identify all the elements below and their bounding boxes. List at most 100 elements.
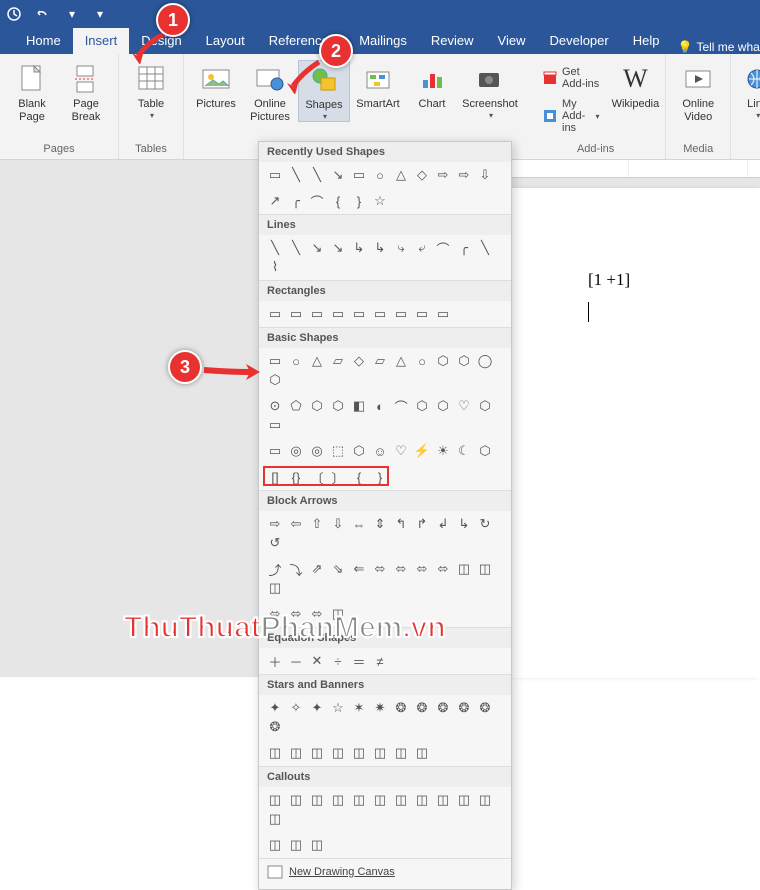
shape-item[interactable]: ╲ bbox=[286, 239, 306, 257]
shape-item[interactable]: ▭ bbox=[307, 305, 327, 323]
link-button[interactable]: Link ▾ bbox=[737, 60, 760, 120]
shape-item[interactable]: ⇔ bbox=[349, 515, 369, 533]
shape-item[interactable]: ⤶ bbox=[412, 239, 432, 257]
shape-item[interactable]: ⇐ bbox=[349, 560, 369, 578]
shape-item[interactable]: ◫ bbox=[370, 744, 390, 762]
shape-item[interactable]: ✦ bbox=[265, 699, 285, 717]
screenshot-button[interactable]: Screenshot ▾ bbox=[460, 60, 520, 120]
shape-item[interactable]: {} bbox=[286, 468, 306, 486]
shape-item[interactable]: ☆ bbox=[328, 699, 348, 717]
shape-item[interactable]: ◫ bbox=[412, 744, 432, 762]
smartart-button[interactable]: SmartArt bbox=[352, 60, 404, 111]
shape-item[interactable]: ◫ bbox=[265, 579, 285, 597]
shape-item[interactable]: } bbox=[370, 468, 390, 486]
shape-item[interactable]: ▭ bbox=[265, 416, 285, 434]
shape-item[interactable]: ◫ bbox=[265, 791, 285, 809]
shape-item[interactable]: ⚡ bbox=[412, 442, 432, 460]
tab-mailings[interactable]: Mailings bbox=[347, 28, 419, 54]
shape-item[interactable]: ▭ bbox=[286, 305, 306, 323]
shape-item[interactable]: ╭ bbox=[286, 192, 306, 210]
chart-button[interactable]: Chart bbox=[406, 60, 458, 111]
pictures-button[interactable]: Pictures bbox=[190, 60, 242, 111]
shape-item[interactable]: ◫ bbox=[475, 791, 495, 809]
shape-item[interactable]: ⤷ bbox=[391, 239, 411, 257]
shape-item[interactable]: ↳ bbox=[454, 515, 474, 533]
shape-item[interactable]: ╲ bbox=[475, 239, 495, 257]
shape-item[interactable]: ⬡ bbox=[265, 371, 285, 389]
shape-item[interactable]: ⬠ bbox=[286, 397, 306, 415]
shape-item[interactable]: ◫ bbox=[328, 791, 348, 809]
shape-item[interactable]: ☆ bbox=[370, 192, 390, 210]
shape-item[interactable]: ⇩ bbox=[475, 166, 495, 184]
shape-item[interactable]: ⌒ bbox=[433, 239, 453, 257]
tell-me-search[interactable]: 💡 Tell me wha bbox=[677, 40, 759, 54]
shape-item[interactable]: [] bbox=[265, 468, 285, 486]
document-page[interactable]: [1 +1] bbox=[510, 188, 760, 678]
shape-item[interactable]: ⌒ bbox=[391, 397, 411, 415]
wikipedia-button[interactable]: W Wikipedia bbox=[612, 60, 660, 141]
shape-item[interactable]: ◫ bbox=[454, 560, 474, 578]
shape-item[interactable]: ╲ bbox=[265, 239, 285, 257]
shape-item[interactable]: ◇ bbox=[412, 166, 432, 184]
shape-item[interactable]: ↘ bbox=[307, 239, 327, 257]
shape-item[interactable]: ↘ bbox=[328, 166, 348, 184]
autosave-icon[interactable] bbox=[6, 6, 26, 22]
shape-item[interactable]: ⬄ bbox=[370, 560, 390, 578]
shape-item[interactable]: ⇗ bbox=[307, 560, 327, 578]
shape-item[interactable]: ╭ bbox=[454, 239, 474, 257]
shape-item[interactable]: ○ bbox=[370, 166, 390, 184]
shape-item[interactable]: － bbox=[286, 652, 306, 670]
my-addins-button[interactable]: My Add-ins ▾ bbox=[538, 96, 604, 136]
shape-item[interactable]: ⬡ bbox=[433, 397, 453, 415]
shape-item[interactable]: ☀ bbox=[433, 442, 453, 460]
shape-item[interactable]: ▭ bbox=[328, 305, 348, 323]
shape-item[interactable]: ◫ bbox=[391, 791, 411, 809]
shape-item[interactable]: ⇨ bbox=[454, 166, 474, 184]
tab-view[interactable]: View bbox=[486, 28, 538, 54]
shape-item[interactable]: ◫ bbox=[349, 791, 369, 809]
shape-item[interactable]: ◫ bbox=[433, 791, 453, 809]
page-break-button[interactable]: Page Break bbox=[60, 60, 112, 123]
shape-item[interactable]: ◫ bbox=[370, 791, 390, 809]
shape-item[interactable]: △ bbox=[391, 352, 411, 370]
shape-item[interactable]: ◧ bbox=[349, 397, 369, 415]
shape-item[interactable]: ◫ bbox=[307, 744, 327, 762]
shape-item[interactable]: ⬡ bbox=[349, 442, 369, 460]
shape-item[interactable]: ✕ bbox=[307, 652, 327, 670]
shape-item[interactable]: ▭ bbox=[265, 166, 285, 184]
shape-item[interactable]: ◫ bbox=[307, 836, 327, 854]
shape-item[interactable]: ↳ bbox=[370, 239, 390, 257]
shape-item[interactable]: ◫ bbox=[454, 791, 474, 809]
shape-item[interactable]: ⬡ bbox=[412, 397, 432, 415]
tab-home[interactable]: Home bbox=[14, 28, 73, 54]
shape-item[interactable]: ⤴ bbox=[265, 560, 285, 578]
shape-item[interactable]: { bbox=[328, 192, 348, 210]
shape-item[interactable]: ✷ bbox=[370, 699, 390, 717]
table-button[interactable]: Table ▾ bbox=[125, 60, 177, 120]
shape-item[interactable]: ⤵ bbox=[286, 560, 306, 578]
shape-item[interactable]: ▱ bbox=[370, 352, 390, 370]
shape-item[interactable]: ❂ bbox=[265, 718, 285, 736]
shape-item[interactable]: ◫ bbox=[286, 791, 306, 809]
shape-item[interactable]: ⌇ bbox=[265, 258, 285, 276]
tab-layout[interactable]: Layout bbox=[194, 28, 257, 54]
shape-item[interactable]: 〕 bbox=[328, 468, 348, 486]
shape-item[interactable]: ◇ bbox=[349, 352, 369, 370]
shape-item[interactable]: ◫ bbox=[265, 744, 285, 762]
undo-button[interactable] bbox=[34, 6, 54, 22]
shape-item[interactable]: ⇩ bbox=[328, 515, 348, 533]
shape-item[interactable]: ◫ bbox=[349, 744, 369, 762]
shape-item[interactable]: ⌒ bbox=[307, 192, 327, 210]
shape-item[interactable]: ⇕ bbox=[370, 515, 390, 533]
shape-item[interactable]: ✧ bbox=[286, 699, 306, 717]
shape-item[interactable]: { bbox=[349, 468, 369, 486]
shape-item[interactable]: ⬡ bbox=[475, 442, 495, 460]
shape-item[interactable]: ▭ bbox=[349, 305, 369, 323]
shape-item[interactable]: ⬡ bbox=[433, 352, 453, 370]
shape-item[interactable]: ◎ bbox=[307, 442, 327, 460]
shape-item[interactable]: ⬄ bbox=[391, 560, 411, 578]
qat-customize-caret[interactable]: ▾ bbox=[90, 7, 110, 21]
online-video-button[interactable]: Online Video bbox=[672, 60, 724, 123]
get-addins-button[interactable]: Get Add-ins bbox=[538, 64, 604, 92]
shape-item[interactable]: ▭ bbox=[412, 305, 432, 323]
